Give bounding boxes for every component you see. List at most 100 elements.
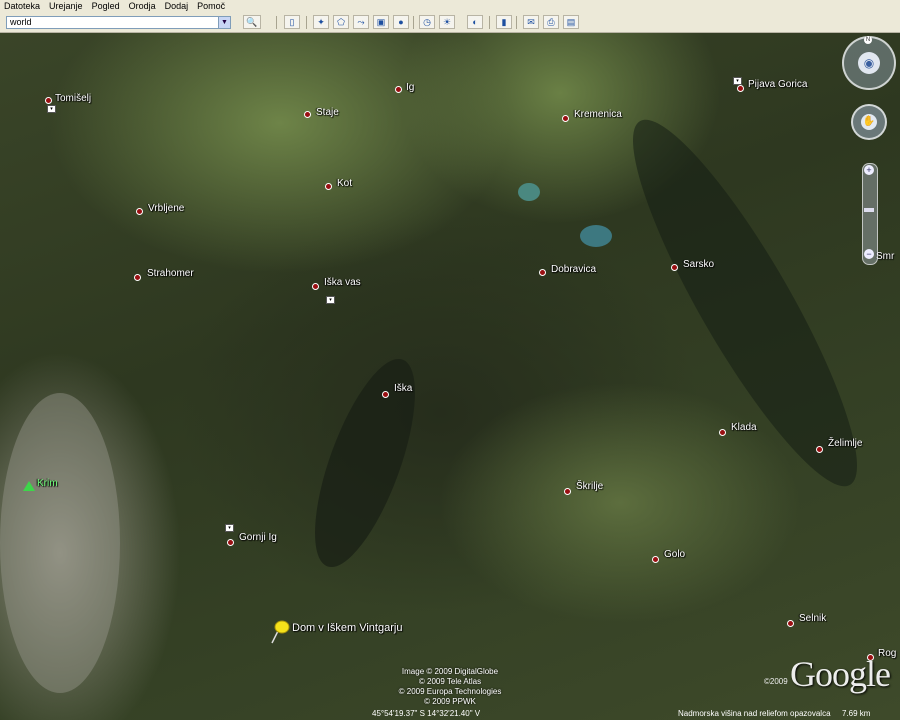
place-label[interactable]: Dobravica <box>551 264 596 276</box>
eye-icon[interactable]: ◉ <box>858 52 880 74</box>
credit-line: Image © 2009 DigitalGlobe <box>401 667 499 676</box>
place-label[interactable]: Kot <box>337 178 352 190</box>
credit-line: © 2009 PPWK <box>424 697 476 706</box>
toolbar: world ▼ 🔍 ▯ ✦ ⬠ ⤳ ▣ ● ◷ ☀ ◐ ▮ ✉ ⎙ ▤ <box>0 13 900 33</box>
zoom-slider[interactable]: + − <box>862 163 878 265</box>
zoom-slider-thumb[interactable] <box>864 208 874 212</box>
toolbar-separator <box>413 16 414 29</box>
path-icon[interactable]: ⤳ <box>353 15 369 29</box>
search-button-icon[interactable]: 🔍 <box>243 15 261 29</box>
place-label[interactable]: Želimlje <box>828 438 862 450</box>
mountain-peak-icon[interactable] <box>23 481 35 491</box>
status-bar: 45°54'19.37" S 14°32'21.40" V Nadmorska … <box>0 708 900 720</box>
peak-label[interactable]: Krim <box>37 478 58 490</box>
place-marker-icon[interactable] <box>312 283 319 290</box>
sunlight-icon[interactable]: ☀ <box>439 15 455 29</box>
search-value: world <box>10 17 32 27</box>
menu-bar: Datoteka Urejanje Pogled Orodja Dodaj Pomoč <box>0 0 900 13</box>
place-label[interactable]: Škrilje <box>576 481 603 493</box>
place-marker-icon[interactable] <box>564 488 571 495</box>
place-marker-icon[interactable] <box>45 97 52 104</box>
place-label[interactable]: Tomišelj <box>55 93 91 105</box>
placemark-label[interactable]: Dom v Iškem Vintgarju <box>292 622 402 634</box>
place-label[interactable]: Staje <box>316 107 339 119</box>
road-shield-icon: ▾ <box>225 524 234 532</box>
place-label[interactable]: Golo <box>664 549 685 561</box>
place-marker-icon[interactable] <box>719 429 726 436</box>
menu-help[interactable]: Pomoč <box>193 0 230 13</box>
placemark-icon[interactable]: ✦ <box>313 15 329 29</box>
lake <box>580 225 612 247</box>
polygon-icon[interactable]: ⬠ <box>333 15 349 29</box>
place-label[interactable]: Gornji Ig <box>239 532 277 544</box>
place-marker-icon[interactable] <box>395 86 402 93</box>
credit-line: © 2009 Europa Technologies <box>398 687 502 696</box>
menu-view[interactable]: Pogled <box>88 0 125 13</box>
sidebar-icon[interactable]: ▯ <box>284 15 300 29</box>
toolbar-separator <box>489 16 490 29</box>
place-label[interactable]: Kremenica <box>574 109 622 121</box>
road-shield-icon: ▾ <box>47 105 56 113</box>
pushpin-icon[interactable] <box>268 619 290 645</box>
place-marker-icon[interactable] <box>539 269 546 276</box>
place-marker-icon[interactable] <box>671 264 678 271</box>
menu-edit[interactable]: Urejanje <box>45 0 88 13</box>
print-icon[interactable]: ⎙ <box>543 15 559 29</box>
search-dropdown-button[interactable]: ▼ <box>218 17 230 28</box>
place-label[interactable]: Strahomer <box>147 268 194 280</box>
place-label[interactable]: Selnik <box>799 613 826 625</box>
zoom-out-icon[interactable]: − <box>864 249 874 259</box>
image-overlay-icon[interactable]: ▣ <box>373 15 389 29</box>
place-label[interactable]: Klada <box>731 422 757 434</box>
hand-icon[interactable]: ✋ <box>861 114 877 130</box>
place-label[interactable]: Iška <box>394 383 412 395</box>
place-marker-icon[interactable] <box>382 391 389 398</box>
toolbar-separator <box>306 16 307 29</box>
elevation-value: 7.69 km <box>842 709 871 718</box>
place-marker-icon[interactable] <box>652 556 659 563</box>
tour-icon[interactable]: ● <box>393 15 409 29</box>
place-marker-icon[interactable] <box>816 446 823 453</box>
zoom-in-icon[interactable]: + <box>864 165 874 175</box>
place-marker-icon[interactable] <box>562 115 569 122</box>
menu-add[interactable]: Dodaj <box>161 0 194 13</box>
google-logo: Google <box>790 654 891 694</box>
place-label[interactable]: Iška vas <box>324 277 361 289</box>
planets-icon[interactable]: ◐ <box>467 15 483 29</box>
place-label[interactable]: Smr <box>876 251 894 263</box>
road-shield-icon: ▾ <box>326 296 335 304</box>
imagery-credits: Image © 2009 DigitalGlobe © 2009 Tele At… <box>360 667 540 707</box>
map-view[interactable]: Tomišelj Staje Ig Kremenica Pijava Goric… <box>0 33 900 720</box>
maps-icon[interactable]: ▤ <box>563 15 579 29</box>
google-copyright: ©2009 <box>764 677 788 686</box>
rocky-terrain <box>0 393 120 693</box>
north-icon[interactable]: N <box>864 36 872 44</box>
search-input[interactable]: world ▼ <box>6 16 231 29</box>
place-marker-icon[interactable] <box>737 85 744 92</box>
place-marker-icon[interactable] <box>787 620 794 627</box>
coordinates-readout: 45°54'19.37" S 14°32'21.40" V <box>372 709 481 718</box>
credit-line: © 2009 Tele Atlas <box>418 677 482 686</box>
place-label[interactable]: Sarsko <box>683 259 714 271</box>
historical-imagery-icon[interactable]: ◷ <box>419 15 435 29</box>
place-marker-icon[interactable] <box>227 539 234 546</box>
place-marker-icon[interactable] <box>325 183 332 190</box>
lake <box>518 183 540 201</box>
place-marker-icon[interactable] <box>304 111 311 118</box>
place-label[interactable]: Ig <box>406 82 414 94</box>
elevation-label: Nadmorska višina nad reliefom opazovalca <box>678 709 831 718</box>
toolbar-separator <box>516 16 517 29</box>
email-icon[interactable]: ✉ <box>523 15 539 29</box>
place-label[interactable]: Vrbljene <box>148 203 184 215</box>
menu-tools[interactable]: Orodja <box>125 0 161 13</box>
road-shield-icon: ▾ <box>733 77 742 85</box>
place-label[interactable]: Pijava Gorica <box>748 79 807 91</box>
river-valley <box>294 347 436 579</box>
look-joystick[interactable]: N ◉ <box>842 36 896 90</box>
place-marker-icon[interactable] <box>136 208 143 215</box>
move-joystick[interactable]: ✋ <box>851 104 887 140</box>
place-marker-icon[interactable] <box>134 274 141 281</box>
ruler-icon[interactable]: ▮ <box>496 15 512 29</box>
toolbar-separator <box>276 16 277 29</box>
menu-file[interactable]: Datoteka <box>0 0 45 13</box>
